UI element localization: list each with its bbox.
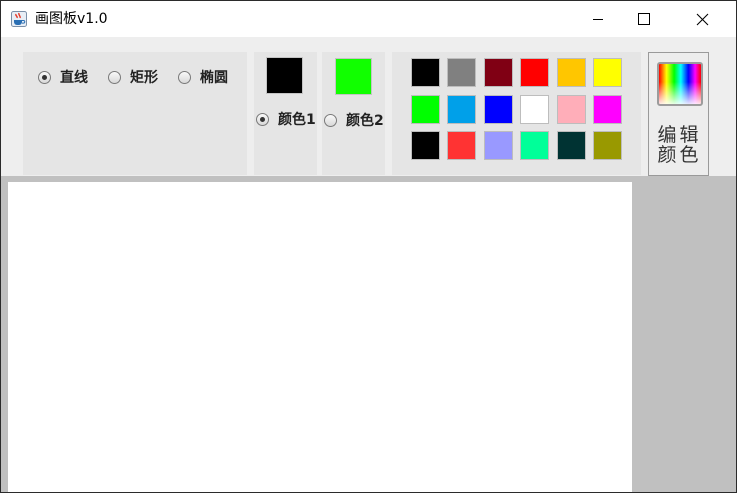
edit-color-label-line2: 颜色 — [657, 144, 702, 166]
palette-swatch[interactable] — [484, 131, 513, 160]
radio-indicator[interactable] — [108, 70, 121, 84]
edit-color-button[interactable]: 编辑 颜色 — [648, 52, 709, 176]
color1-radio[interactable]: 颜色1 — [256, 109, 316, 129]
shape-radio-ellipse[interactable]: 椭圆 — [178, 67, 228, 87]
color1-swatch[interactable] — [266, 57, 303, 94]
palette-swatch[interactable] — [520, 95, 549, 124]
color2-swatch[interactable] — [335, 58, 372, 95]
palette-swatch[interactable] — [520, 131, 549, 160]
app-window: 画图板v1.0 直线 矩形 椭圆 颜色1 颜色2 编辑 颜色 — [0, 0, 737, 493]
shape-label: 椭圆 — [200, 70, 228, 86]
palette-swatch[interactable] — [484, 58, 513, 87]
radio-indicator[interactable] — [38, 70, 51, 84]
shape-label: 直线 — [60, 70, 88, 86]
color2-panel: 颜色2 — [322, 52, 385, 175]
rainbow-spectrum-icon — [657, 62, 703, 106]
palette-swatch[interactable] — [447, 95, 476, 124]
palette-swatch[interactable] — [447, 131, 476, 160]
drawing-area — [1, 176, 736, 492]
radio-indicator[interactable] — [256, 112, 269, 126]
radio-indicator[interactable] — [178, 70, 191, 84]
palette-swatch[interactable] — [557, 95, 586, 124]
palette-swatch[interactable] — [484, 95, 513, 124]
maximize-icon — [638, 13, 650, 25]
radio-indicator[interactable] — [324, 113, 337, 127]
toolbar: 直线 矩形 椭圆 颜色1 颜色2 编辑 颜色 — [1, 38, 736, 176]
maximize-button[interactable] — [621, 1, 667, 37]
color2-radio[interactable]: 颜色2 — [324, 110, 384, 130]
palette-swatch[interactable] — [411, 58, 440, 87]
palette-swatch[interactable] — [593, 131, 622, 160]
minimize-icon — [593, 19, 603, 20]
palette-swatch[interactable] — [593, 95, 622, 124]
palette-swatch[interactable] — [447, 58, 476, 87]
color2-label: 颜色2 — [346, 113, 384, 129]
palette-swatch[interactable] — [557, 131, 586, 160]
window-title: 画图板v1.0 — [35, 11, 108, 27]
close-button[interactable] — [677, 1, 723, 37]
drawing-canvas[interactable] — [8, 182, 632, 492]
close-icon — [696, 13, 709, 26]
color1-label: 颜色1 — [278, 112, 316, 128]
shape-radio-line[interactable]: 直线 — [38, 67, 88, 87]
title-bar[interactable]: 画图板v1.0 — [1, 1, 736, 37]
palette-swatch[interactable] — [411, 131, 440, 160]
java-coffee-icon — [11, 11, 27, 27]
palette-swatch[interactable] — [557, 58, 586, 87]
minimize-button[interactable] — [575, 1, 621, 37]
shape-panel: 直线 矩形 椭圆 — [23, 52, 247, 175]
shape-label: 矩形 — [130, 70, 158, 86]
edit-color-label: 编辑 颜色 — [649, 125, 710, 165]
shape-radio-rectangle[interactable]: 矩形 — [108, 67, 158, 87]
palette-swatch[interactable] — [593, 58, 622, 87]
color-palette — [392, 52, 641, 175]
palette-swatch[interactable] — [411, 95, 440, 124]
color1-panel: 颜色1 — [254, 52, 317, 175]
palette-swatch[interactable] — [520, 58, 549, 87]
edit-color-label-line1: 编辑 — [657, 124, 702, 146]
